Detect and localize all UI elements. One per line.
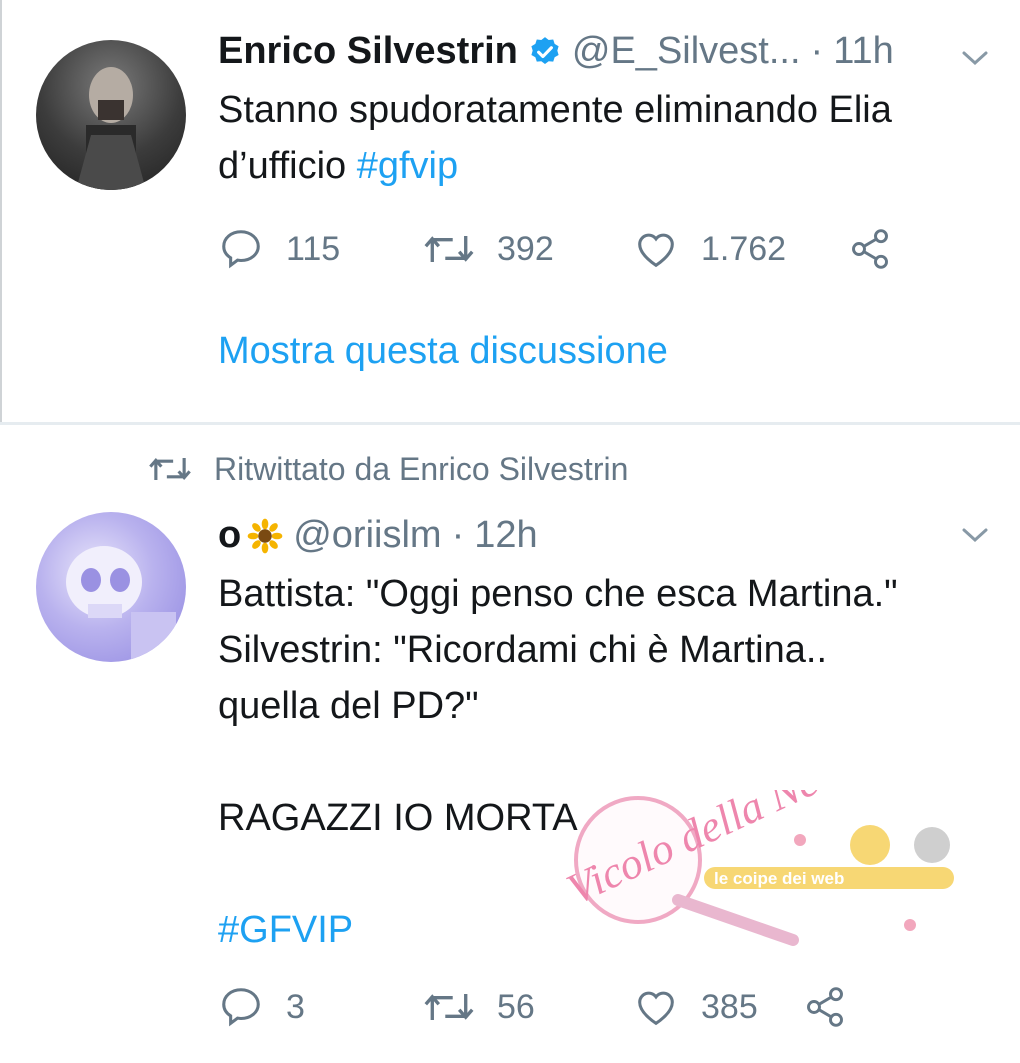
- retweet-count: 56: [497, 987, 535, 1026]
- heart-icon: [638, 991, 674, 1026]
- share-button[interactable]: [803, 985, 869, 1029]
- retweet-icon: [424, 236, 474, 262]
- action-bar: 3 56 385: [218, 984, 869, 1030]
- sunflower-emoji-icon: [247, 518, 283, 553]
- share-button[interactable]: [848, 227, 914, 271]
- tweet-1[interactable]: Enrico Silvestrin @E_Silvest... · 11h St…: [0, 0, 1020, 422]
- reply-button[interactable]: 3: [218, 984, 423, 1030]
- handle[interactable]: @oriislm: [293, 514, 441, 557]
- handle[interactable]: @E_Silvest...: [572, 30, 801, 73]
- reply-count: 115: [286, 229, 341, 268]
- heart-icon: [638, 233, 674, 268]
- show-thread-link[interactable]: Mostra questa discussione: [218, 330, 668, 373]
- tweet-text-line: d’ufficio #gfvip: [218, 138, 892, 194]
- share-icon: [852, 229, 888, 269]
- tweet-text-line: quella del PD?": [218, 685, 479, 727]
- retweet-count: 392: [497, 229, 554, 268]
- avatar[interactable]: [36, 512, 186, 662]
- separator: ·: [451, 514, 465, 556]
- watermark-right-text: le coipe dei web: [714, 869, 844, 888]
- cartoon-logo-icon: le coipe dei web: [704, 825, 954, 931]
- retweet-button[interactable]: 56: [423, 984, 633, 1030]
- reply-icon: [222, 230, 260, 269]
- watermark-right-logo: le coipe dei web: [700, 815, 960, 950]
- tweet-text-line: Silvestrin: "Ricordami chi è Martina..: [218, 629, 828, 671]
- tweet-header: Enrico Silvestrin @E_Silvest... · 11h: [218, 30, 894, 73]
- avatar-photo: [66, 546, 176, 662]
- retweet-button[interactable]: 392: [423, 226, 633, 272]
- separator: ·: [810, 30, 824, 72]
- timestamp[interactable]: 12h: [474, 514, 537, 557]
- verified-badge-icon: [531, 36, 559, 64]
- tweet-text: Stanno spudoratamente eliminando Elia d’…: [218, 82, 892, 194]
- reply-icon: [222, 988, 260, 1027]
- tweet-text-fragment: d’ufficio: [218, 145, 357, 187]
- like-count: 1.762: [701, 229, 787, 268]
- share-icon: [807, 987, 843, 1027]
- chevron-down-icon[interactable]: [960, 525, 990, 545]
- display-name[interactable]: Enrico Silvestrin: [218, 30, 518, 73]
- retweet-icon: [424, 994, 474, 1020]
- chevron-down-icon[interactable]: [960, 48, 990, 68]
- like-button[interactable]: 1.762: [633, 226, 848, 272]
- tweet-text-line: Stanno spudoratamente eliminando Elia: [218, 89, 892, 131]
- tweet-text-line: Battista: "Oggi penso che esca Martina.": [218, 573, 898, 615]
- like-count: 385: [701, 987, 758, 1026]
- timestamp[interactable]: 11h: [833, 30, 894, 73]
- action-bar: 115 392 1.762: [218, 226, 914, 272]
- hashtag-link[interactable]: #gfvip: [357, 145, 458, 187]
- display-name[interactable]: o: [218, 514, 241, 557]
- tweet-header: o @oriislm · 12h: [218, 514, 538, 557]
- reply-button[interactable]: 115: [218, 226, 423, 272]
- reply-count: 3: [286, 987, 305, 1026]
- avatar[interactable]: [36, 40, 186, 190]
- avatar-photo: [76, 67, 146, 190]
